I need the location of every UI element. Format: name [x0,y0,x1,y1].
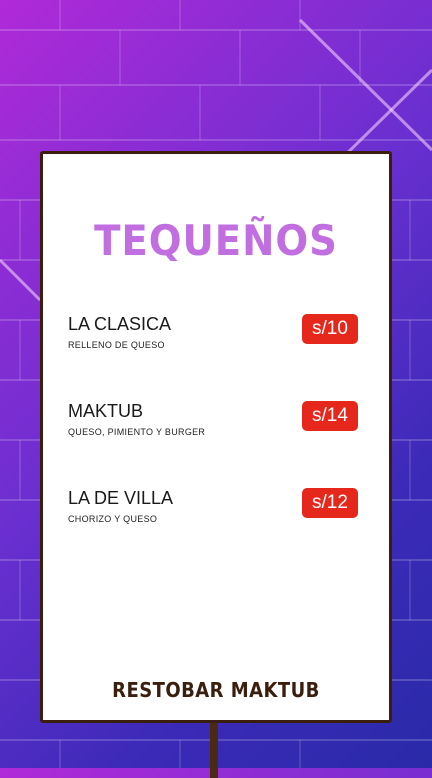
sign-post [210,718,218,778]
restaurant-name: RESTOBAR MAKTUB [112,678,320,702]
menu-item: LA DE VILLA CHORIZO Y QUESO s/12 [68,488,368,532]
menu-item-name: LA DE VILLA [68,488,174,508]
price-badge: s/14 [302,401,358,431]
price-badge: s/10 [302,314,358,344]
menu-item: LA CLASICA RELLENO DE QUESO s/10 [68,314,368,358]
price-badge: s/12 [302,488,358,518]
menu-item: MAKTUB QUESO, PIMIENTO Y BURGER s/14 [68,401,368,445]
menu-item-name: MAKTUB [68,401,144,421]
menu-item-name: LA CLASICA [68,314,172,334]
menu-item-description: RELLENO DE QUESO [68,340,165,350]
menu-item-description: QUESO, PIMIENTO Y BURGER [68,427,206,437]
menu-board: TEQUEÑOS LA CLASICA RELLENO DE QUESO s/1… [40,151,392,723]
menu-item-description: CHORIZO Y QUESO [68,514,158,524]
menu-title: TEQUEÑOS [94,216,338,265]
